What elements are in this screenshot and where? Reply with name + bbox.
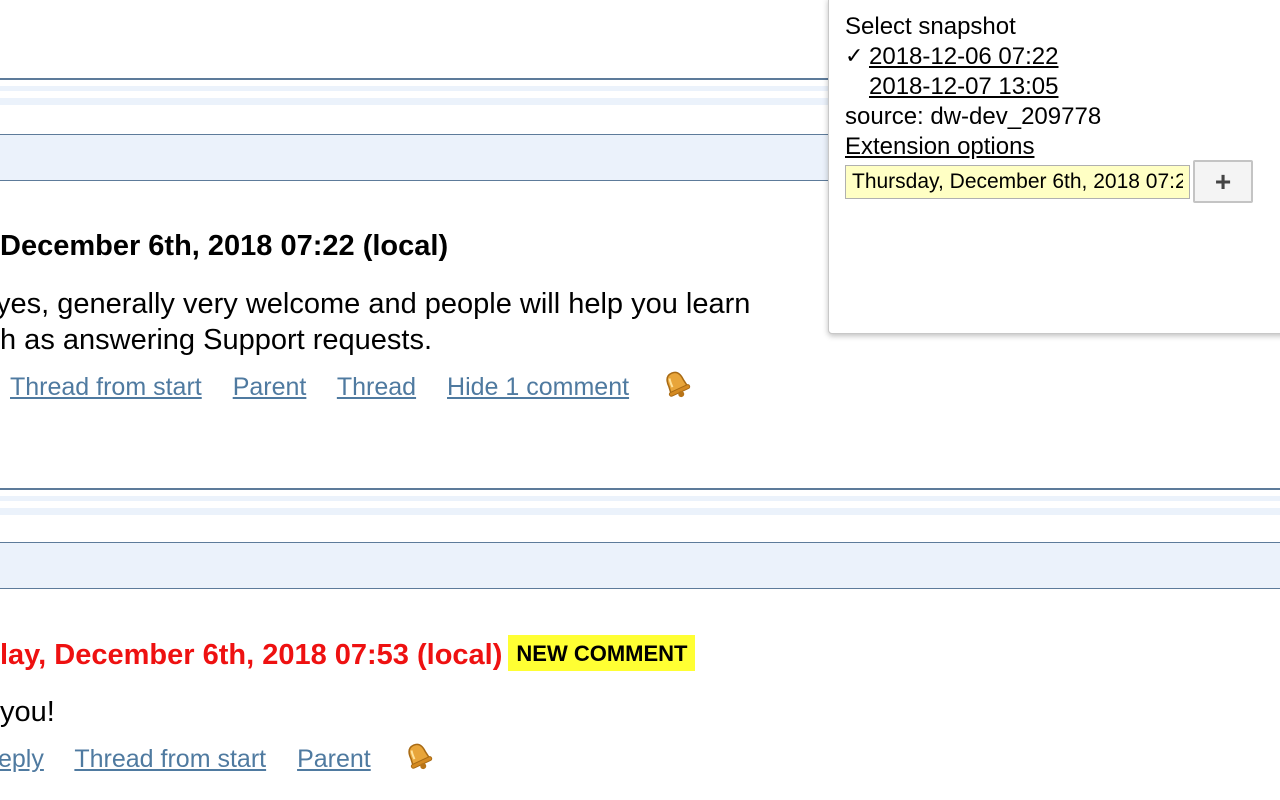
comment-links: eply Thread from start Parent — [0, 740, 436, 781]
comment-links: Thread from start Parent Thread Hide 1 c… — [10, 368, 694, 409]
add-button[interactable]: + — [1193, 160, 1253, 203]
thread-from-start-link[interactable]: Thread from start — [74, 745, 266, 773]
thread-from-start-link[interactable]: Thread from start — [10, 373, 202, 401]
reply-link[interactable]: eply — [0, 745, 44, 773]
separator-line — [0, 588, 1280, 589]
comment-datetime: December 6th, 2018 07:22 (local) — [0, 230, 449, 262]
comment-text: you! — [0, 696, 55, 728]
snapshot-link-2[interactable]: 2018-12-07 13:05 — [869, 73, 1059, 101]
snapshot-link-1[interactable]: 2018-12-06 07:22 — [869, 43, 1059, 71]
parent-link[interactable]: Parent — [297, 745, 371, 773]
separator-stripe — [0, 508, 1280, 515]
bell-icon[interactable] — [660, 368, 694, 409]
extension-options-link[interactable]: Extension options — [845, 133, 1034, 161]
separator-stripe — [0, 496, 1280, 501]
snapshot-popup: Select snapshot ✓ 2018-12-06 07:22 2018-… — [828, 0, 1280, 334]
new-comment-datetime: lay, December 6th, 2018 07:53 (local) — [0, 639, 503, 671]
parent-link[interactable]: Parent — [233, 373, 307, 401]
separator-line — [0, 488, 1280, 490]
popup-heading: Select snapshot — [845, 13, 1016, 40]
new-comment-badge: NEW COMMENT — [508, 635, 696, 671]
comment-text: yes, generally very welcome and people w… — [0, 288, 751, 320]
date-input[interactable] — [845, 165, 1190, 199]
hide-comment-link[interactable]: Hide 1 comment — [447, 373, 629, 401]
bell-icon[interactable] — [402, 740, 436, 781]
comment-text: h as answering Support requests. — [0, 324, 433, 356]
checkmark-icon: ✓ — [845, 43, 864, 68]
comment-datetime-new: lay, December 6th, 2018 07:53 (local) NEW… — [0, 635, 696, 674]
source-label: source: dw-dev_209778 — [845, 103, 1102, 130]
thread-link[interactable]: Thread — [337, 373, 416, 401]
comment-header-band — [0, 543, 1280, 588]
